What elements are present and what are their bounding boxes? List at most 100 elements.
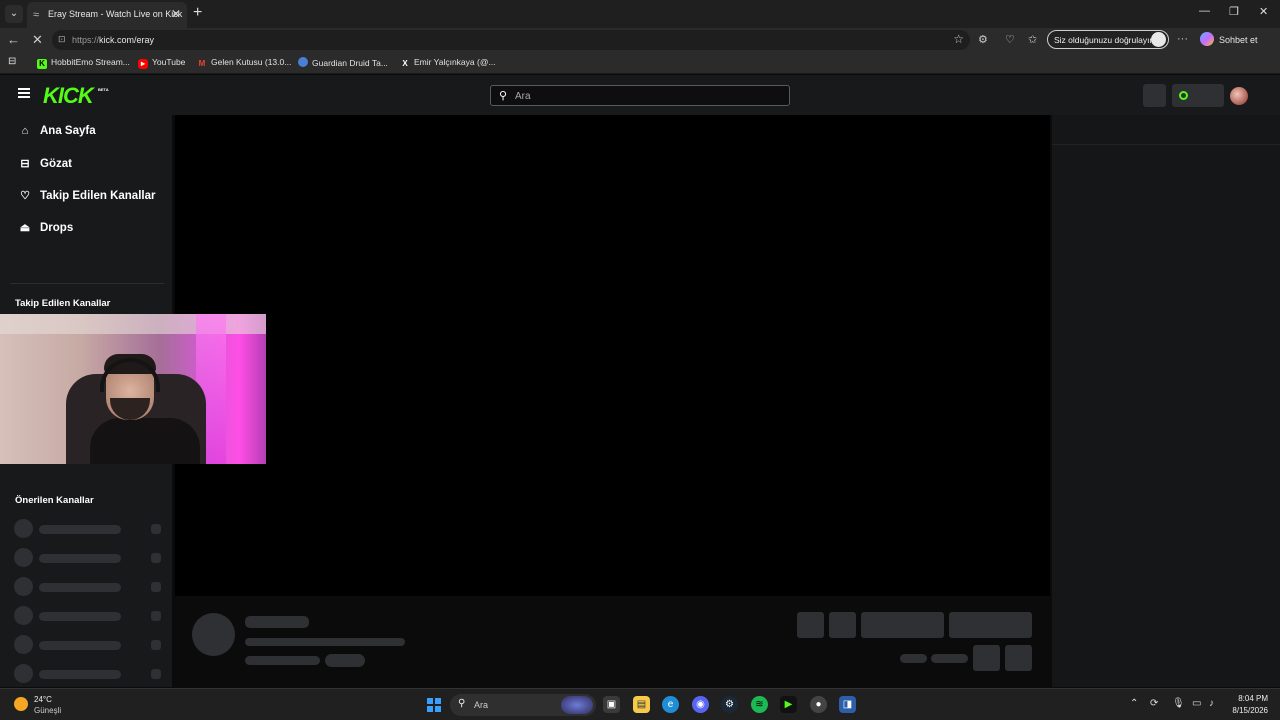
- favorites-icon[interactable]: ✩: [1028, 33, 1037, 46]
- kick-logo[interactable]: KICK: [43, 83, 94, 109]
- bookmark-item[interactable]: M Gelen Kutusu (13.0...: [197, 57, 292, 69]
- streamer-name-skeleton: [245, 616, 309, 628]
- more-options-icon[interactable]: ···: [1177, 33, 1188, 45]
- skeleton-channel: [14, 519, 164, 539]
- status-dot-icon: [1179, 91, 1188, 100]
- bookmark-item[interactable]: K HobbitEmo Stream...: [37, 57, 130, 69]
- tab-actions-icon[interactable]: ⊟: [8, 56, 16, 67]
- skeleton-channel: [14, 635, 164, 655]
- menu-icon[interactable]: [18, 88, 30, 98]
- app-icon[interactable]: ◨: [839, 696, 856, 713]
- subscribe-button-skeleton: [949, 612, 1032, 638]
- bookmark-item[interactable]: X Emir Yalçınkaya (@...: [400, 57, 495, 69]
- skeleton-channel: [14, 548, 164, 568]
- skeleton-channel: [14, 664, 164, 684]
- site-info-icon[interactable]: ⊡: [58, 34, 66, 45]
- microphone-icon[interactable]: 🎙︎: [1172, 698, 1185, 709]
- copilot-label[interactable]: Sohbet et: [1219, 35, 1258, 45]
- home-icon: ⌂: [21, 125, 29, 137]
- back-icon[interactable]: ←: [7, 32, 20, 47]
- follow-button-skeleton: [861, 612, 944, 638]
- stop-loading-icon[interactable]: ✕: [32, 32, 43, 48]
- start-menu-icon[interactable]: [427, 698, 441, 712]
- viewer-count-skeleton: [900, 654, 927, 663]
- globe-icon: [298, 57, 308, 67]
- sidebar-divider: [10, 283, 164, 284]
- tab-close-icon[interactable]: ✕: [171, 7, 181, 21]
- more-button-skeleton: [1005, 645, 1032, 671]
- webcam-overlay: [0, 314, 266, 464]
- tag-skeleton: [325, 654, 365, 667]
- sidebar-item-following[interactable]: ♡ Takip Edilen Kanallar: [18, 189, 155, 202]
- taskbar-search-placeholder: Ara: [474, 700, 489, 710]
- bookmark-item[interactable]: Guardian Druid Ta...: [298, 57, 388, 68]
- new-tab-icon[interactable]: +: [193, 4, 202, 22]
- taskbar: 24°C Güneşli ⚲ Ara ▣ ▤ e ◉ ⚙ ≋ ▶ ● ◨ ⌃ ⟳…: [0, 688, 1280, 720]
- beta-badge: BETA: [98, 87, 109, 92]
- search-icon: ⚲: [458, 698, 466, 709]
- extensions-icon[interactable]: ⚙: [978, 33, 988, 46]
- spotify-icon[interactable]: ≋: [751, 696, 768, 713]
- task-view-icon[interactable]: ▣: [603, 696, 620, 713]
- category-skeleton: [245, 656, 320, 665]
- file-explorer-icon[interactable]: ▤: [633, 696, 650, 713]
- browser-essentials-icon[interactable]: ♡: [1005, 33, 1015, 46]
- bookmark-item[interactable]: ▸ YouTube: [138, 57, 185, 69]
- url-text: https://kick.com/eray: [72, 35, 155, 45]
- sidebar-item-home[interactable]: ⌂ Ana Sayfa: [18, 125, 96, 137]
- drops-icon: ⏏: [19, 222, 31, 234]
- network-icon[interactable]: ▭: [1192, 698, 1201, 709]
- sidebar-item-drops[interactable]: ⏏ Drops: [18, 221, 73, 234]
- search-input[interactable]: ⚲ Ara: [490, 85, 790, 106]
- chat-panel: [1052, 115, 1280, 687]
- action-button-skeleton: [797, 612, 824, 638]
- discord-icon[interactable]: ◉: [692, 696, 709, 713]
- search-placeholder: Ara: [515, 91, 531, 102]
- close-window-icon[interactable]: ✕: [1259, 5, 1268, 18]
- show-hidden-icons[interactable]: ⌃: [1130, 698, 1138, 709]
- minimize-icon[interactable]: —: [1199, 5, 1210, 17]
- clock-date[interactable]: 8/15/2026: [1228, 706, 1268, 715]
- tab-list-button[interactable]: ⌄: [5, 5, 23, 23]
- copilot-icon[interactable]: [1200, 32, 1214, 46]
- volume-icon[interactable]: ♪: [1209, 698, 1214, 709]
- heart-icon: ♡: [20, 190, 30, 202]
- edge-icon[interactable]: e: [662, 696, 679, 713]
- sync-icon[interactable]: ⟳: [1150, 698, 1158, 709]
- browse-icon: ⊟: [20, 158, 30, 170]
- maximize-icon[interactable]: ❐: [1229, 5, 1239, 18]
- weather-temperature[interactable]: 24°C: [34, 695, 52, 704]
- url-field[interactable]: ⊡ https://kick.com/eray ☆: [52, 30, 970, 50]
- share-button-skeleton: [973, 645, 1000, 671]
- weather-sun-icon[interactable]: [14, 697, 28, 711]
- verify-toggle-icon: [1151, 32, 1166, 47]
- video-player[interactable]: [175, 115, 1050, 596]
- youtube-icon: ▸: [138, 59, 148, 69]
- active-tab[interactable]: ≈ Eray Stream - Watch Live on Kick ✕: [27, 2, 187, 28]
- sidebar-item-browse[interactable]: ⊟ Gözat: [18, 157, 72, 170]
- verify-label: Siz olduğunuzu doğrulayın: [1054, 35, 1155, 45]
- taskbar-search[interactable]: ⚲ Ara: [450, 694, 596, 716]
- action-button-skeleton: [829, 612, 856, 638]
- skeleton-channel: [14, 606, 164, 626]
- uptime-skeleton: [931, 654, 968, 663]
- kick-app-icon[interactable]: ▶: [780, 696, 797, 713]
- nav-placeholder-button[interactable]: [1143, 84, 1166, 107]
- kick-icon: K: [37, 59, 47, 69]
- steam-icon[interactable]: ⚙: [721, 696, 738, 713]
- weather-description[interactable]: Güneşli: [34, 706, 61, 715]
- tab-title: Eray Stream - Watch Live on Kick: [48, 9, 183, 19]
- clock-time[interactable]: 8:04 PM: [1232, 694, 1268, 703]
- verify-identity-button[interactable]: Siz olduğunuzu doğrulayın: [1047, 30, 1169, 49]
- chat-header: [1052, 115, 1280, 145]
- search-highlight-icon: [561, 696, 593, 714]
- x-icon: X: [402, 59, 408, 68]
- favorite-star-icon[interactable]: ☆: [953, 32, 964, 46]
- obs-icon[interactable]: ●: [810, 696, 827, 713]
- address-bar: ← ✕ ⊡ https://kick.com/eray ☆ ⚙ ♡ ✩ Siz …: [0, 28, 1280, 52]
- search-icon: ⚲: [499, 90, 508, 102]
- tab-favicon-icon: ≈: [33, 9, 40, 21]
- avatar[interactable]: [1230, 87, 1248, 105]
- tab-strip: ⌄ ≈ Eray Stream - Watch Live on Kick ✕ +…: [0, 0, 1280, 28]
- bookmarks-bar: ⊟ K HobbitEmo Stream... ▸ YouTube M Gelen K…: [0, 52, 1280, 74]
